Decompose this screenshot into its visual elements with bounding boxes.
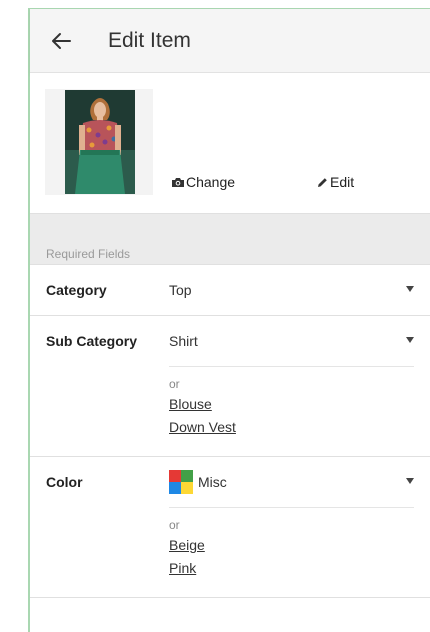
- edit-item-screen: Edit Item Change Edit Required Fields Ca…: [30, 9, 430, 632]
- color-swatch-icon: [169, 470, 193, 494]
- or-text: or: [169, 377, 180, 391]
- pencil-icon: [318, 177, 327, 187]
- photo-section: Change Edit: [30, 73, 430, 213]
- category-row: Category Top: [30, 264, 430, 315]
- suggestion-link[interactable]: Pink: [169, 560, 414, 576]
- swatch-cell: [169, 482, 181, 494]
- divider: [30, 597, 430, 598]
- item-photo[interactable]: [65, 90, 135, 194]
- color-row: Color Misc or Beige Pink: [30, 456, 430, 597]
- or-text: or: [169, 518, 180, 532]
- suggestion-link[interactable]: Blouse: [169, 396, 414, 412]
- back-button[interactable]: [48, 28, 74, 54]
- suggestion-link[interactable]: Beige: [169, 537, 414, 553]
- edit-label: Edit: [330, 174, 355, 190]
- sub-category-suggestions: or Blouse Down Vest: [169, 366, 414, 456]
- change-label: Change: [186, 174, 236, 190]
- sub-category-row: Sub Category Shirt or Blouse Down Vest: [30, 315, 430, 456]
- color-label: Color: [46, 474, 83, 490]
- category-label: Category: [46, 282, 107, 298]
- category-selected-value: Top: [169, 282, 192, 298]
- section-label: Required Fields: [46, 247, 131, 261]
- page-title: Edit Item: [108, 28, 191, 52]
- color-selected-value: Misc: [198, 474, 227, 490]
- category-dropdown[interactable]: Top: [169, 265, 414, 315]
- arrow-left-icon: [52, 32, 71, 49]
- swatch-cell: [169, 470, 181, 482]
- swatch-cell: [181, 482, 193, 494]
- color-dropdown[interactable]: Misc: [169, 457, 414, 507]
- chevron-down-icon: [406, 478, 414, 484]
- color-suggestions: or Beige Pink: [169, 507, 414, 597]
- sub-category-value-area: Shirt or Blouse Down Vest: [169, 316, 430, 456]
- chevron-down-icon: [406, 286, 414, 292]
- sub-category-selected-value: Shirt: [169, 333, 198, 349]
- swatch-cell: [181, 470, 193, 482]
- section-header: Required Fields: [30, 213, 430, 264]
- suggestion-link[interactable]: Down Vest: [169, 419, 414, 435]
- sub-category-label: Sub Category: [46, 333, 138, 349]
- edit-photo-button[interactable]: Edit: [317, 174, 354, 190]
- camera-icon: [172, 177, 184, 187]
- category-value-area: Top: [169, 265, 430, 315]
- sub-category-dropdown[interactable]: Shirt: [169, 316, 414, 366]
- app-header: Edit Item: [30, 9, 430, 73]
- change-photo-button[interactable]: Change: [171, 174, 235, 190]
- color-value-area: Misc or Beige Pink: [169, 457, 430, 597]
- chevron-down-icon: [406, 337, 414, 343]
